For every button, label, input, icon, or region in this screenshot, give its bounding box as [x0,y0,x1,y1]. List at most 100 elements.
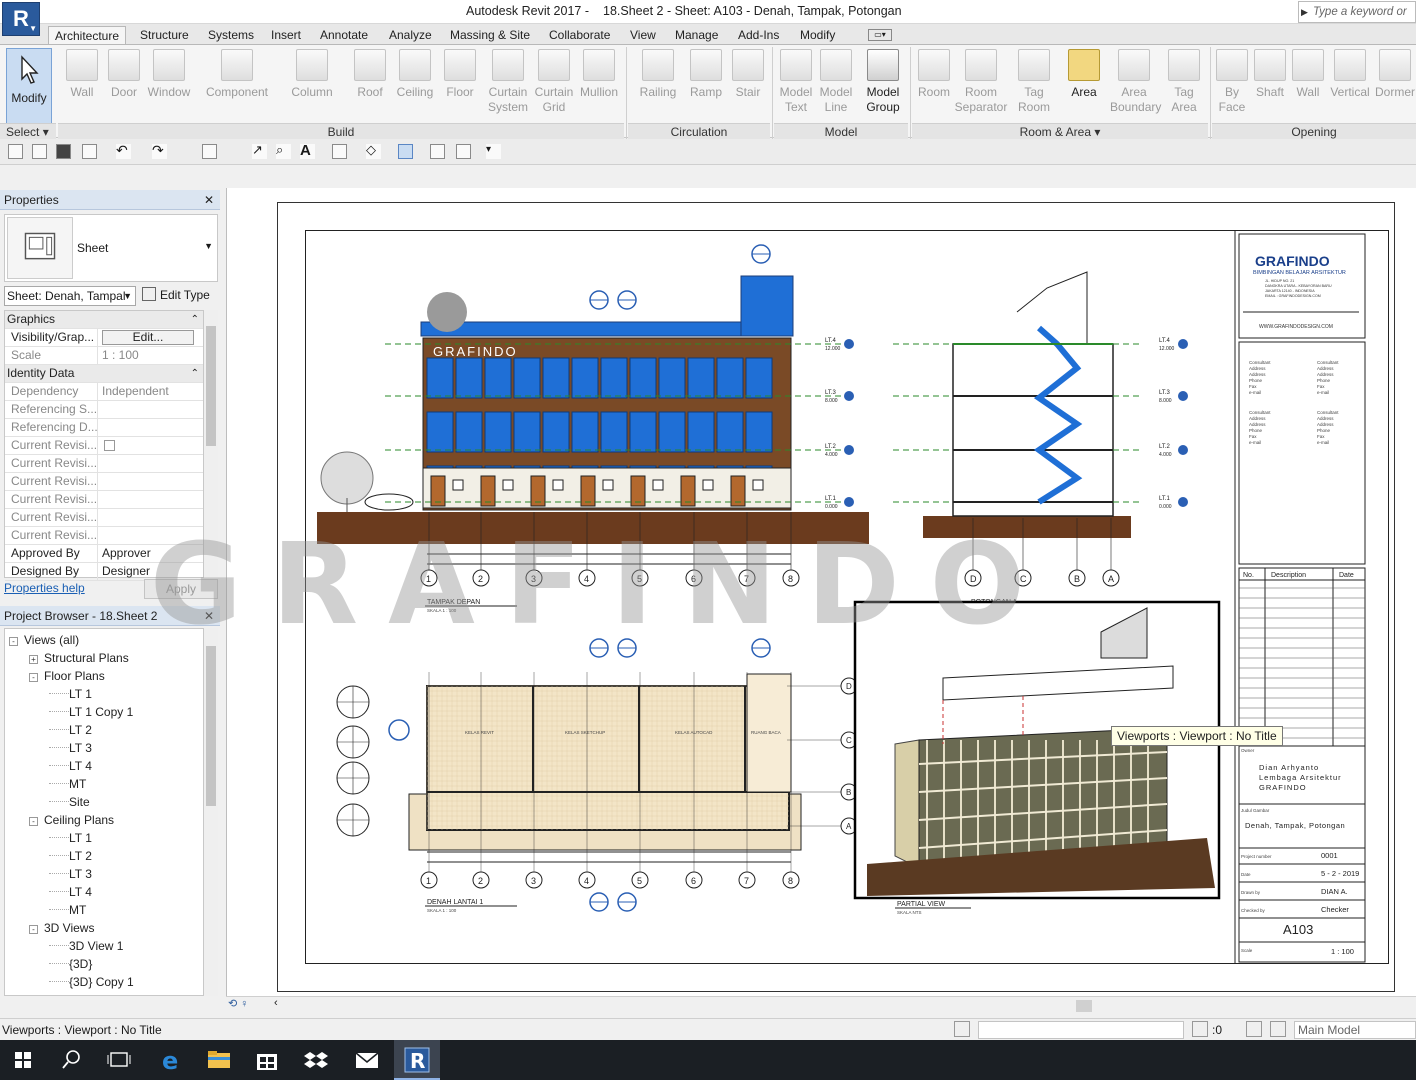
application-menu-button[interactable]: R ▼ [2,2,40,36]
collapse-icon[interactable]: - [29,817,38,826]
tree-item[interactable]: LT 3 [49,865,92,883]
modify-button[interactable]: Modify [6,48,52,124]
tree-item[interactable]: MT [49,775,86,793]
property-row[interactable]: Referencing S... [5,401,203,419]
property-row[interactable]: Scale 1 : 100 [5,347,203,365]
redo-icon[interactable]: ↷ [152,143,167,159]
collapse-icon[interactable]: - [9,637,18,646]
section-icon[interactable]: ◇ [366,143,381,159]
property-row[interactable]: Referencing D... [5,419,203,437]
property-row[interactable]: Current Revisi... [5,473,203,491]
switch-windows-icon[interactable] [456,144,471,159]
start-button[interactable] [0,1040,46,1080]
mullion-button[interactable]: Mullion [576,49,622,100]
file-explorer-button[interactable] [196,1040,242,1080]
tree-item[interactable]: + Structural Plans [29,649,129,667]
wall-button[interactable]: Wall [62,49,102,100]
vertical-button[interactable]: Vertical [1328,49,1372,100]
tag-room-button[interactable]: Tag Room [1012,49,1056,115]
tab-structure[interactable]: Structure [134,26,195,45]
edit-type-button[interactable]: Edit Type [142,286,210,304]
tab-annotate[interactable]: Annotate [314,26,374,45]
tree-item[interactable]: Site [49,793,90,811]
tree-item[interactable]: LT 1 [49,685,92,703]
property-row[interactable]: Current Revisi... [5,455,203,473]
scrollbar-thumb[interactable] [1076,1000,1092,1012]
tree-item[interactable]: - Ceiling Plans [29,811,114,829]
revit-taskbar-button[interactable]: R [394,1040,440,1080]
type-selector[interactable]: Sheet ▼ [4,214,218,282]
curtain-grid-button[interactable]: Curtain Grid [532,49,576,115]
properties-help-link[interactable]: Properties help [4,581,85,595]
area-boundary-button[interactable]: Area Boundary [1110,49,1161,115]
view-control-icons[interactable]: ⟲ ♀ [228,997,249,1010]
tree-item[interactable]: - Views (all) [9,631,79,649]
tab-architecture[interactable]: Architecture [48,26,127,45]
curtain-system-button[interactable]: Curtain System [486,49,530,115]
tree-item[interactable]: LT 2 [49,721,92,739]
room-separator-button[interactable]: Room Separator [954,49,1008,115]
model-line-button[interactable]: Model Line [816,49,856,115]
tree-item[interactable]: {3D} Copy 1 Copy 1 [49,991,175,995]
design-options-icon[interactable] [1246,1021,1262,1037]
window-button[interactable]: Window [146,49,192,100]
tree-item[interactable]: 3D View 1 [49,937,123,955]
properties-scrollbar[interactable] [204,310,218,578]
tab-analyze[interactable]: Analyze [383,26,438,45]
canvas-scrollbar[interactable]: ⟲ ♀ ‹ [226,996,1416,1014]
property-row[interactable]: Current Revisi... [5,509,203,527]
tag-icon[interactable]: ⌕ [276,143,291,159]
expand-icon[interactable]: + [29,655,38,664]
tree-item[interactable]: - Floor Plans [29,667,105,685]
task-view-button[interactable] [96,1040,142,1080]
scrollbar-thumb[interactable] [206,326,216,446]
room-button[interactable]: Room [914,49,954,100]
tag-area-button[interactable]: Tag Area [1164,49,1204,115]
measure-icon[interactable] [202,144,217,159]
tree-item[interactable]: MT [49,901,86,919]
tab-view[interactable]: View [624,26,662,45]
tree-item[interactable]: {3D} [49,955,92,973]
group-identity-data[interactable]: Identity Data ⌃ [5,365,203,383]
tree-item[interactable]: LT 4 [49,883,92,901]
store-button[interactable] [244,1040,290,1080]
property-row[interactable]: Current Revisi... [5,437,203,455]
floor-button[interactable]: Floor [440,49,480,100]
worksets-icon[interactable] [954,1021,970,1037]
workset-combo[interactable] [978,1021,1184,1039]
ceiling-button[interactable]: Ceiling [394,49,436,100]
undo-icon[interactable]: ↶ [116,143,131,159]
mail-button[interactable] [344,1040,390,1080]
by-face-button[interactable]: By Face [1212,49,1252,115]
save-icon[interactable] [56,144,71,159]
collapse-icon[interactable]: - [29,925,38,934]
tree-item[interactable]: LT 4 [49,757,92,775]
checkbox[interactable] [104,440,115,451]
tree-item[interactable]: -3D Views [29,919,94,937]
tab-insert[interactable]: Insert [265,26,307,45]
scroll-left-icon[interactable]: ‹ [274,997,278,1009]
tab-systems[interactable]: Systems [202,26,260,45]
property-row[interactable]: Approved By Approver [5,545,203,563]
select-panel-dropdown[interactable]: Select ▾ [0,123,56,139]
property-row[interactable]: Current Revisi... [5,491,203,509]
editable-only-icon[interactable] [1192,1021,1208,1037]
scrollbar-thumb[interactable] [206,646,216,806]
search-button[interactable] [48,1040,94,1080]
browser-scrollbar[interactable] [204,628,218,996]
tab-collaborate[interactable]: Collaborate [543,26,616,45]
visibility-edit-button[interactable]: Edit... [102,330,194,345]
ribbon-minimize-icon[interactable]: ▭▾ [868,29,892,41]
area-button[interactable]: Area [1064,49,1104,100]
new-icon[interactable] [8,144,23,159]
3d-view-icon[interactable] [332,144,347,159]
close-icon[interactable]: ✕ [204,190,214,210]
tab-add-ins[interactable]: Add-Ins [732,26,785,45]
opening-wall-button[interactable]: Wall [1290,49,1326,100]
dimension-icon[interactable]: ↗ [252,143,267,159]
tab-massing-site[interactable]: Massing & Site [444,26,536,45]
model-text-button[interactable]: Model Text [776,49,816,115]
room-area-panel-label[interactable]: Room & Area ▾ [912,123,1208,139]
tree-item[interactable]: LT 1 Copy 1 [49,703,133,721]
property-row[interactable]: Dependency Independent [5,383,203,401]
